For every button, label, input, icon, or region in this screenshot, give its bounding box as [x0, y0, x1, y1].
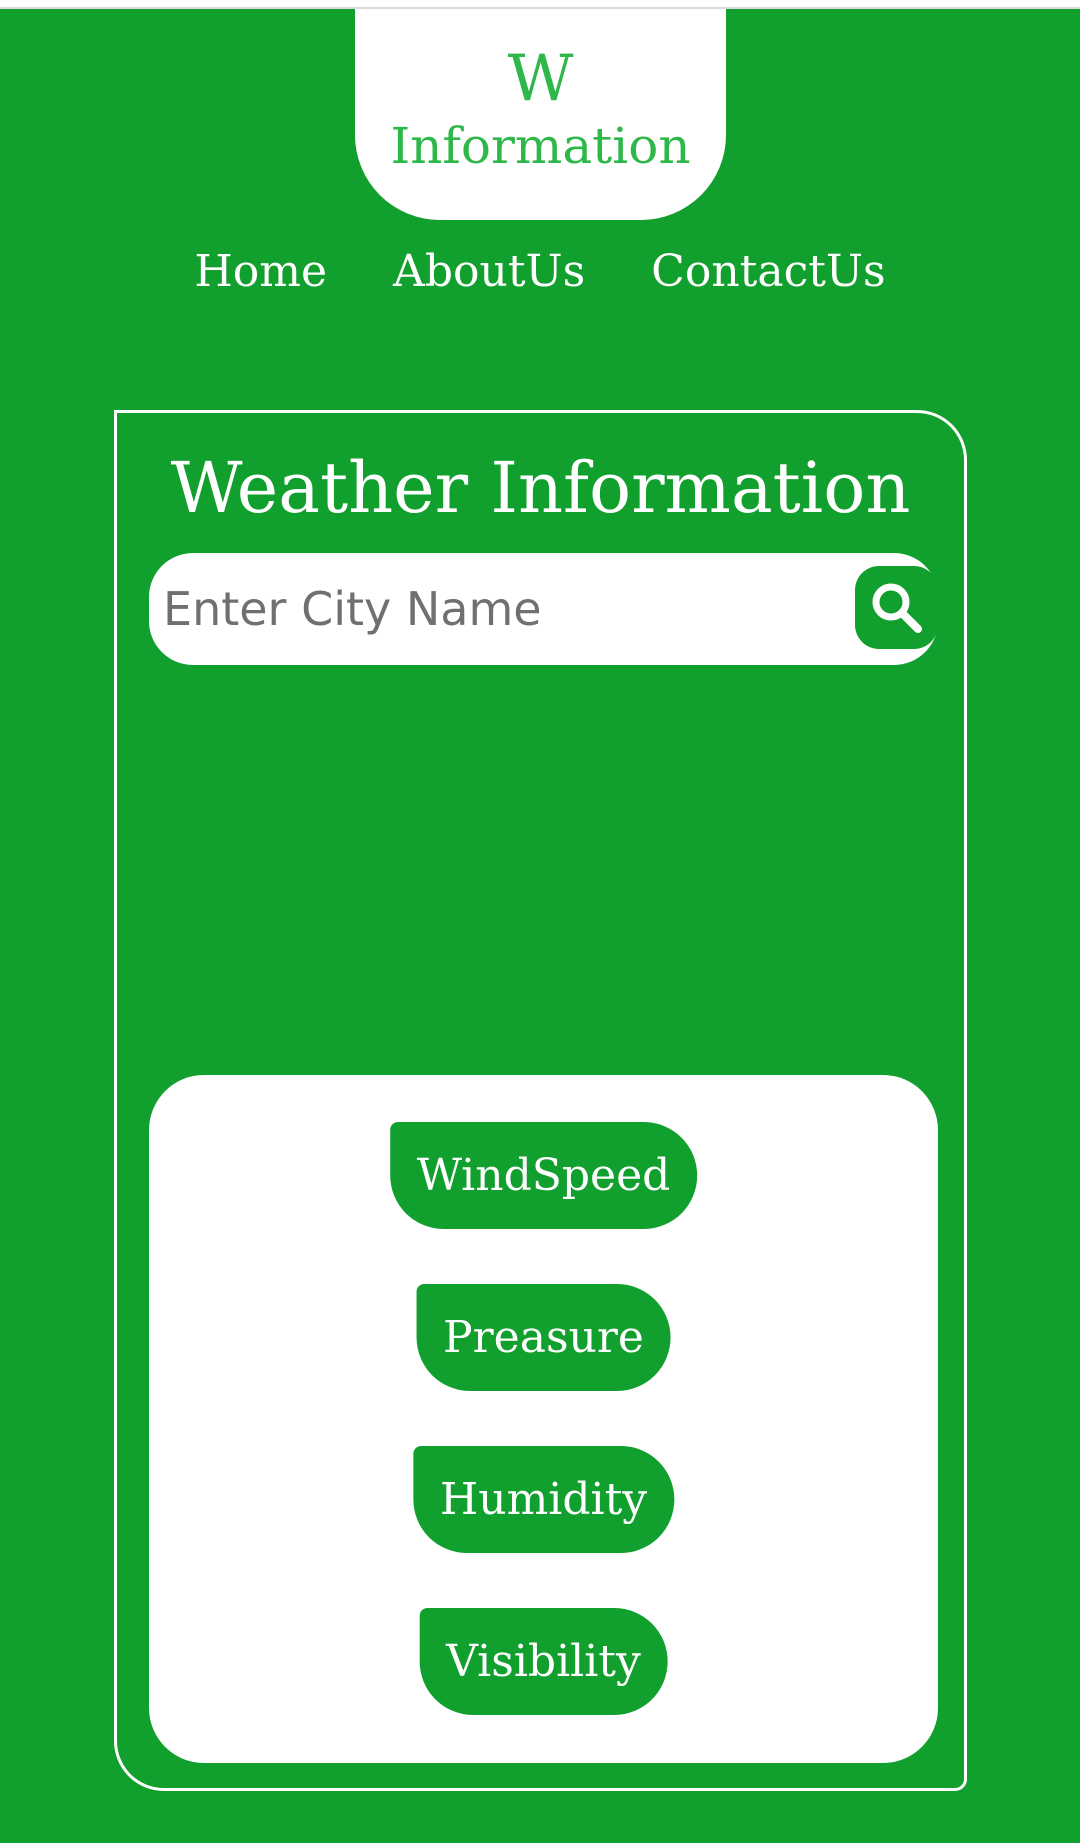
top-edge	[0, 0, 1080, 9]
search-icon	[872, 583, 922, 633]
search-button[interactable]	[855, 566, 938, 649]
nav-aboutus-link[interactable]: AboutUs	[393, 246, 585, 299]
logo-letter: W	[507, 42, 574, 116]
search-bar	[149, 553, 938, 665]
card-title: Weather Information	[170, 447, 911, 529]
city-search-input[interactable]	[163, 567, 803, 651]
visibility-button[interactable]: Visibility	[419, 1608, 668, 1715]
windspeed-button[interactable]: WindSpeed	[389, 1122, 698, 1229]
site-logo: W Information	[355, 9, 726, 220]
humidity-button[interactable]: Humidity	[412, 1446, 675, 1553]
main-nav: Home AboutUs ContactUs	[0, 246, 1080, 299]
weather-card: Weather Information WindSpeed Preasure H…	[114, 410, 967, 1791]
logo-word: Information	[390, 117, 691, 175]
metrics-panel: WindSpeed Preasure Humidity Visibility	[149, 1075, 938, 1763]
nav-home-link[interactable]: Home	[194, 246, 327, 299]
pressure-button[interactable]: Preasure	[416, 1284, 671, 1391]
nav-contactus-link[interactable]: ContactUs	[651, 246, 885, 299]
